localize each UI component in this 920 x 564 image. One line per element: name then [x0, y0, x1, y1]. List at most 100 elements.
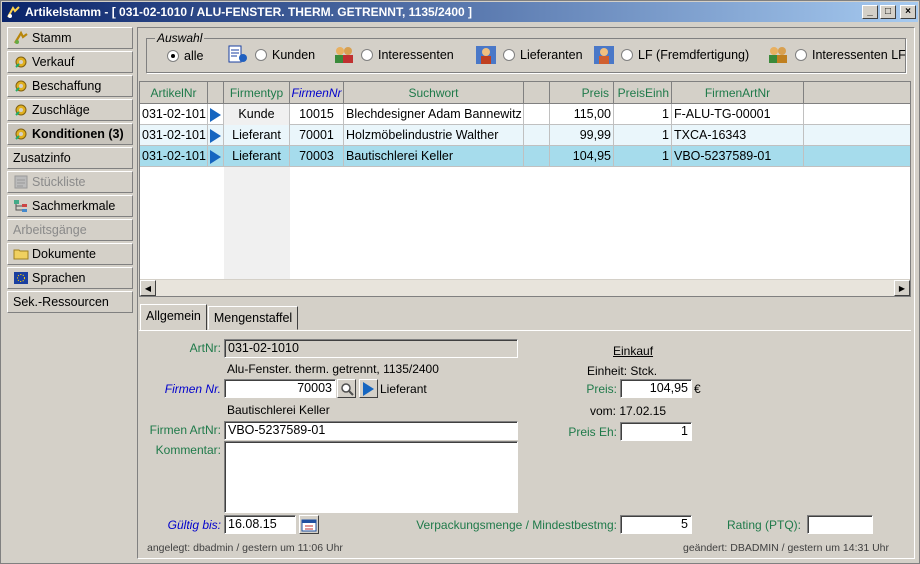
column-header-preis[interactable]: Preis	[550, 82, 614, 104]
preiseh-field[interactable]: 1	[620, 422, 692, 441]
cell-preiseinh: 1	[614, 146, 672, 167]
table-row-selected[interactable]: 031-02-101 Lieferant 70003 Bautischlerei…	[140, 146, 910, 167]
sidebar-item-konditionen[interactable]: Konditionen (3)	[7, 123, 133, 145]
column-header-blank	[524, 82, 550, 104]
eu-flag-icon	[13, 270, 29, 286]
radio-kunden[interactable]: Kunden	[227, 45, 315, 65]
radio-button[interactable]	[167, 50, 179, 62]
calendar-icon[interactable]	[299, 515, 319, 534]
cell-suchwort: Holzmöbelindustrie Walther	[344, 125, 524, 146]
verpackung-field[interactable]: 5	[620, 515, 692, 534]
cell-artikelnr: 031-02-101	[140, 104, 208, 125]
sidebar-item-label: Zusatzinfo	[13, 151, 71, 165]
play-icon[interactable]	[208, 125, 224, 146]
radio-label: Lieferanten	[520, 48, 583, 62]
tab-mengenstaffel[interactable]: Mengenstaffel	[207, 306, 299, 330]
cell-preis: 99,99	[550, 125, 614, 146]
maximize-button[interactable]: □	[880, 5, 896, 19]
radio-lieferanten[interactable]: Lieferanten	[475, 45, 583, 65]
minimize-button[interactable]: _	[862, 5, 878, 19]
radio-lf-fremdfertigung[interactable]: LF (Fremdfertigung)	[593, 45, 749, 65]
sidebar: Stamm Verkauf Beschaffung Zuschläge Kond…	[7, 27, 133, 315]
gueltig-field[interactable]: 16.08.15	[224, 515, 296, 534]
horizontal-scrollbar[interactable]: ◀ ▶	[140, 279, 910, 296]
kommentar-field[interactable]	[224, 441, 518, 513]
cell-firmentyp: Lieferant	[224, 125, 290, 146]
column-header-firmenartnr[interactable]: FirmenArtNr	[672, 82, 804, 104]
cell-firmennr: 70003	[290, 146, 344, 167]
sidebar-item-label: Arbeitsgänge	[13, 223, 87, 237]
radio-label: Interessenten	[378, 48, 454, 62]
play-icon[interactable]	[359, 379, 378, 398]
radio-button[interactable]	[621, 49, 633, 61]
cell-firmentyp: Kunde	[224, 104, 290, 125]
artnr-field: 031-02-1010	[224, 339, 518, 358]
sidebar-item-sek-ressourcen[interactable]: Sek.-Ressourcen	[7, 291, 133, 313]
radio-button[interactable]	[795, 49, 807, 61]
play-icon[interactable]	[208, 146, 224, 167]
column-header-suchwort[interactable]: Suchwort	[344, 82, 524, 104]
cell-artikelnr: 031-02-101	[140, 125, 208, 146]
rating-field[interactable]	[807, 515, 873, 534]
radio-label: Interessenten LF	[812, 48, 906, 62]
gueltig-label: Gültig bis:	[167, 518, 221, 532]
cell-firmennr: 10015	[290, 104, 344, 125]
sidebar-item-label: Konditionen (3)	[32, 127, 124, 141]
play-icon[interactable]	[208, 104, 224, 125]
sidebar-item-sachmerkmale[interactable]: Sachmerkmale	[7, 195, 133, 217]
sidebar-item-sprachen[interactable]: Sprachen	[7, 267, 133, 289]
sidebar-item-zusatzinfo[interactable]: Zusatzinfo	[7, 147, 133, 169]
cell-artikelnr: 031-02-101	[140, 146, 208, 167]
column-header-marker	[208, 82, 224, 104]
column-header-artikelnr[interactable]: ArtikelNr	[140, 82, 208, 104]
tab-allgemein[interactable]: Allgemein	[140, 304, 207, 330]
gear-icon	[13, 102, 29, 118]
tab-bar: Allgemein Mengenstaffel	[140, 304, 299, 330]
close-button[interactable]: ×	[900, 5, 916, 19]
radio-button[interactable]	[255, 49, 267, 61]
preis-field[interactable]: 104,95	[620, 379, 692, 398]
list-icon	[13, 174, 29, 190]
kommentar-label: Kommentar:	[155, 443, 221, 457]
sidebar-item-label: Sprachen	[32, 271, 86, 285]
einheit-text: Einheit: Stck.	[587, 364, 658, 378]
sidebar-item-stamm[interactable]: Stamm	[7, 27, 133, 49]
cell-suchwort: Blechdesigner Adam Bannewitz	[344, 104, 524, 125]
cell-firmenartnr: TXCA-16343	[672, 125, 804, 146]
cell-preiseinh: 1	[614, 125, 672, 146]
scroll-left-icon[interactable]: ◀	[140, 280, 156, 296]
firmennr-field[interactable]: 70003	[224, 379, 336, 398]
geaendert-info: geändert: DBADMIN / gestern um 14:31 Uhr	[682, 542, 889, 554]
radio-label: Kunden	[272, 48, 316, 62]
radio-interessenten-lf[interactable]: Interessenten LF	[767, 45, 906, 65]
auswahl-legend: Auswahl	[155, 31, 205, 45]
konditionen-grid[interactable]: ArtikelNr Firmentyp FirmenNr Suchwort Pr…	[139, 81, 911, 297]
cell-filler	[804, 104, 910, 125]
sidebar-item-verkauf[interactable]: Verkauf	[7, 51, 133, 73]
sidebar-item-stueckliste: Stückliste	[7, 171, 133, 193]
radio-alle[interactable]: alle	[167, 49, 203, 63]
sidebar-item-label: Beschaffung	[32, 79, 102, 93]
sidebar-item-zuschlaege[interactable]: Zuschläge	[7, 99, 133, 121]
table-row[interactable]: 031-02-101 Kunde 10015 Blechdesigner Ada…	[140, 104, 910, 125]
cell-suchwort: Bautischlerei Keller	[344, 146, 524, 167]
column-header-firmennr[interactable]: FirmenNr	[290, 82, 344, 104]
radio-button[interactable]	[361, 49, 373, 61]
radio-interessenten[interactable]: Interessenten	[333, 45, 454, 65]
grid-header: ArtikelNr Firmentyp FirmenNr Suchwort Pr…	[140, 82, 910, 104]
column-header-preiseinh[interactable]: PreisEinh	[614, 82, 672, 104]
cell-firmennr: 70001	[290, 125, 344, 146]
radio-button[interactable]	[503, 49, 515, 61]
cell-blank	[524, 125, 550, 146]
scroll-track[interactable]	[156, 280, 894, 296]
radio-label: alle	[184, 49, 204, 63]
sidebar-item-label: Sek.-Ressourcen	[13, 295, 109, 309]
sidebar-item-dokumente[interactable]: Dokumente	[7, 243, 133, 265]
table-row[interactable]: 031-02-101 Lieferant 70001 Holzmöbelindu…	[140, 125, 910, 146]
column-header-firmentyp[interactable]: Firmentyp	[224, 82, 290, 104]
sidebar-item-beschaffung[interactable]: Beschaffung	[7, 75, 133, 97]
currency-symbol: €	[694, 382, 701, 396]
search-icon[interactable]	[337, 379, 356, 398]
scroll-right-icon[interactable]: ▶	[894, 280, 910, 296]
firmenartnr-field[interactable]: VBO-5237589-01	[224, 421, 518, 440]
